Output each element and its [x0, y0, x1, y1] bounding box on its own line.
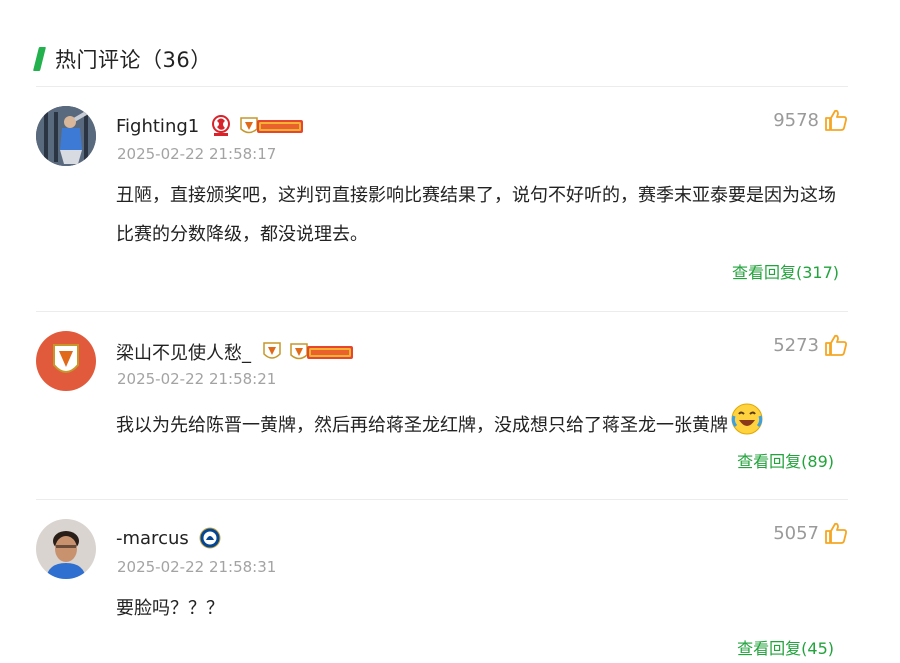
comment-text: 我以为先给陈晋一黄牌，然后再给蒋圣龙红牌，没成想只给了蒋圣龙一张黄牌: [116, 402, 851, 450]
shield-team-badge-icon: [263, 341, 281, 363]
username-text: -marcus: [116, 527, 189, 549]
avatar[interactable]: [36, 106, 96, 166]
username[interactable]: 梁山不见使人愁_: [116, 339, 355, 365]
laughing-crying-emoji: [730, 402, 764, 450]
chelsea-badge-icon: [199, 527, 221, 549]
username[interactable]: Fighting1: [116, 114, 305, 138]
username-text: Fighting1: [116, 115, 200, 137]
thumbs-up-icon: [824, 333, 848, 357]
avatar[interactable]: [36, 519, 96, 579]
view-replies-link[interactable]: 查看回复(89): [737, 448, 834, 472]
header-accent-bar: [33, 47, 46, 71]
like-button[interactable]: 5057: [773, 521, 848, 545]
comment-text: 丑陋，直接颁奖吧，这判罚直接影响比赛结果了，说句不好听的，赛季末亚泰要是因为这场…: [116, 185, 836, 245]
divider: [36, 499, 848, 500]
avatar[interactable]: [36, 331, 96, 391]
like-count: 5273: [773, 334, 819, 356]
comment-text-content: 我以为先给陈晋一黄牌，然后再给蒋圣龙红牌，没成想只给了蒋圣龙一张黄牌: [116, 415, 728, 436]
view-replies-link[interactable]: 查看回复(45): [737, 635, 834, 659]
timestamp: 2025-02-22 21:58:17: [117, 145, 277, 163]
like-button[interactable]: 5273: [773, 333, 848, 357]
timestamp: 2025-02-22 21:58:31: [117, 558, 277, 576]
fan-rank-badge-icon: [239, 115, 305, 137]
red-team-badge-icon: [211, 114, 231, 138]
fan-rank-badge-icon: [289, 341, 355, 363]
thumbs-up-icon: [824, 521, 848, 545]
like-button[interactable]: 9578: [773, 108, 848, 132]
comments-title: 热门评论（36）: [55, 48, 212, 72]
divider: [36, 86, 848, 87]
thumbs-up-icon: [824, 108, 848, 132]
comment-text: 要脸吗？？？: [116, 598, 224, 619]
view-replies-link[interactable]: 查看回复(317): [732, 259, 839, 283]
divider: [36, 311, 848, 312]
like-count: 9578: [773, 109, 819, 131]
username[interactable]: -marcus: [116, 527, 221, 549]
comments-header: 热门评论（36）: [33, 44, 212, 74]
username-text: 梁山不见使人愁_: [116, 343, 251, 364]
timestamp: 2025-02-22 21:58:21: [117, 370, 277, 388]
like-count: 5057: [773, 522, 819, 544]
